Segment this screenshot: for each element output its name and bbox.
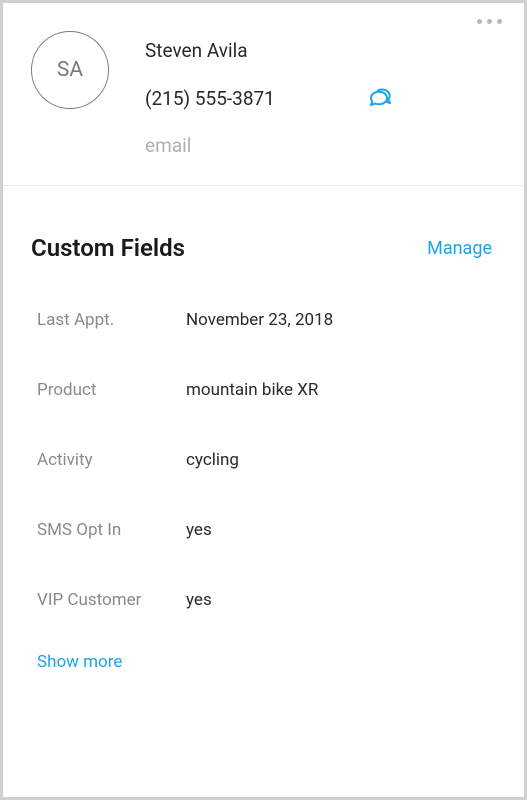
contact-info: Steven Avila (215) 555-3871 email [145,31,393,157]
field-row: Activity cycling [31,450,492,470]
field-value: cycling [186,450,239,470]
field-label: Product [31,380,186,400]
field-row: Last Appt. November 23, 2018 [31,310,492,330]
manage-link[interactable]: Manage [427,238,492,259]
field-label: VIP Customer [31,590,186,610]
field-value: yes [186,590,212,610]
field-label: SMS Opt In [31,520,186,540]
contact-header: SA Steven Avila (215) 555-3871 email [3,3,524,186]
field-value: yes [186,520,212,540]
email-field[interactable]: email [145,134,393,157]
field-value: November 23, 2018 [186,310,333,330]
field-label: Last Appt. [31,310,186,330]
field-value: mountain bike XR [186,380,318,400]
avatar-initials: SA [57,58,83,82]
contact-name: Steven Avila [145,39,393,62]
field-label: Activity [31,450,186,470]
chat-icon[interactable] [367,86,393,110]
section-title: Custom Fields [31,234,185,262]
more-options-icon[interactable] [477,19,502,24]
field-row: SMS Opt In yes [31,520,492,540]
field-row: VIP Customer yes [31,590,492,610]
phone-number: (215) 555-3871 [145,87,275,110]
custom-fields-section: Custom Fields Manage Last Appt. November… [3,186,524,692]
section-header: Custom Fields Manage [31,234,492,262]
phone-row: (215) 555-3871 [145,86,393,110]
show-more-link[interactable]: Show more [31,652,492,672]
contact-card: SA Steven Avila (215) 555-3871 email Cus… [3,3,524,797]
field-row: Product mountain bike XR [31,380,492,400]
avatar: SA [31,31,109,109]
